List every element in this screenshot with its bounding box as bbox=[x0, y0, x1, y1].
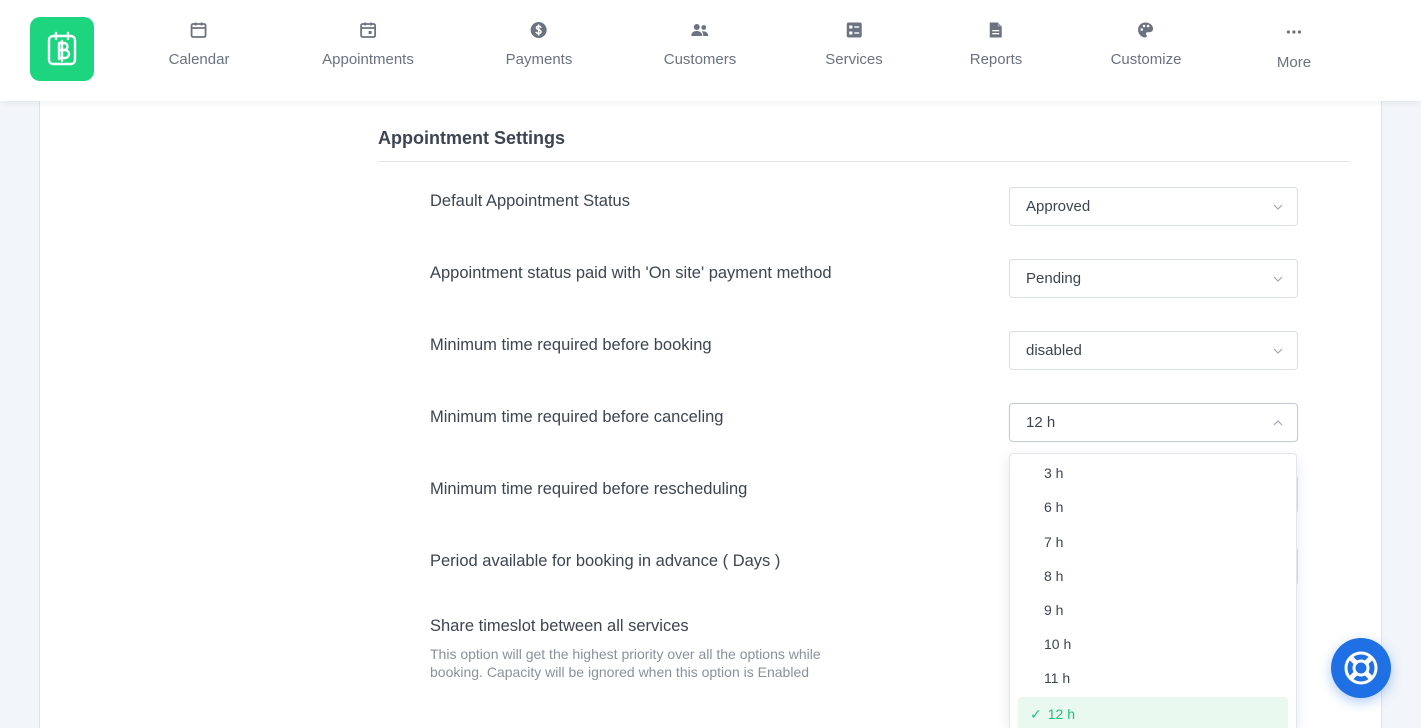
calendar-event-icon bbox=[358, 20, 378, 40]
label-onsite-payment-status: Appointment status paid with 'On site' p… bbox=[430, 264, 832, 282]
label-booking-advance-period: Period available for booking in advance … bbox=[430, 552, 781, 570]
nav-services[interactable]: Services bbox=[825, 20, 883, 80]
label-min-time-booking: Minimum time required before booking bbox=[430, 336, 712, 354]
chevron-up-icon bbox=[1273, 420, 1283, 426]
nav-label: Customize bbox=[1110, 51, 1182, 68]
share-timeslot-description: This option will get the highest priorit… bbox=[430, 646, 821, 680]
calendar-icon bbox=[189, 20, 209, 40]
nav-reports[interactable]: Reports bbox=[969, 20, 1023, 80]
chevron-down-icon bbox=[1273, 348, 1283, 354]
dropdown-option[interactable]: 11 h bbox=[1010, 661, 1296, 695]
dropdown-option[interactable]: 10 h bbox=[1010, 627, 1296, 661]
dropdown-option[interactable]: 9 h bbox=[1010, 593, 1296, 627]
file-icon bbox=[986, 20, 1006, 40]
select-value: Approved bbox=[1026, 198, 1091, 215]
nav-appointments[interactable]: Appointments bbox=[322, 20, 414, 80]
nav-label: Reports bbox=[969, 51, 1023, 68]
lifebuoy-icon bbox=[1344, 651, 1378, 685]
dropdown-option[interactable]: 3 h bbox=[1010, 456, 1296, 490]
more-dots-icon bbox=[1284, 20, 1304, 40]
nav-label: Payments bbox=[505, 51, 573, 68]
chevron-down-icon bbox=[1273, 276, 1283, 282]
booking-logo-icon bbox=[47, 31, 77, 66]
label-min-time-rescheduling: Minimum time required before reschedulin… bbox=[430, 480, 748, 498]
nav-label: Services bbox=[825, 51, 883, 68]
nav-customize[interactable]: Customize bbox=[1110, 20, 1182, 80]
label-default-appointment-status: Default Appointment Status bbox=[430, 192, 630, 210]
label-min-time-canceling: Minimum time required before canceling bbox=[430, 408, 724, 426]
list-grid-icon bbox=[844, 20, 864, 40]
check-icon: ✓ bbox=[1030, 705, 1042, 722]
app-logo[interactable] bbox=[30, 17, 94, 81]
nav-customers[interactable]: Customers bbox=[663, 20, 737, 80]
dropdown-option-selected[interactable]: ✓ 12 h bbox=[1018, 697, 1288, 728]
help-support-button[interactable] bbox=[1331, 638, 1391, 698]
canceling-time-dropdown: 3 h 6 h 7 h 8 h 9 h 10 h 11 h ✓ 12 h bbox=[1009, 453, 1297, 728]
nav-label: Appointments bbox=[322, 51, 414, 68]
dropdown-option[interactable]: 8 h bbox=[1010, 559, 1296, 593]
top-navigation-bar: Calendar Appointments Payments Customers… bbox=[0, 0, 1421, 101]
min-time-canceling-select[interactable]: 12 h bbox=[1009, 403, 1298, 442]
nav-label: Calendar bbox=[168, 51, 230, 68]
nav-label: More bbox=[1276, 54, 1312, 71]
min-time-booking-select[interactable]: disabled bbox=[1009, 331, 1298, 370]
chevron-down-icon bbox=[1273, 204, 1283, 210]
nav-label: Customers bbox=[663, 51, 737, 68]
label-share-timeslot: Share timeslot between all services bbox=[430, 617, 689, 635]
dropdown-option[interactable]: 7 h bbox=[1010, 525, 1296, 559]
select-value: Pending bbox=[1026, 270, 1082, 287]
nav-more[interactable]: More bbox=[1277, 20, 1311, 80]
select-value: 12 h bbox=[1026, 414, 1056, 431]
selected-option-label: 12 h bbox=[1047, 706, 1075, 722]
users-icon bbox=[690, 20, 710, 40]
section-divider bbox=[378, 161, 1350, 162]
dollar-circle-icon bbox=[529, 20, 549, 40]
nav-payments[interactable]: Payments bbox=[505, 20, 573, 80]
nav-calendar[interactable]: Calendar bbox=[168, 20, 230, 80]
palette-icon bbox=[1136, 20, 1156, 40]
default-status-select[interactable]: Approved bbox=[1009, 187, 1298, 226]
select-value: disabled bbox=[1026, 342, 1082, 359]
onsite-payment-status-select[interactable]: Pending bbox=[1009, 259, 1298, 298]
section-title: Appointment Settings bbox=[378, 128, 565, 148]
dropdown-option[interactable]: 6 h bbox=[1010, 490, 1296, 524]
